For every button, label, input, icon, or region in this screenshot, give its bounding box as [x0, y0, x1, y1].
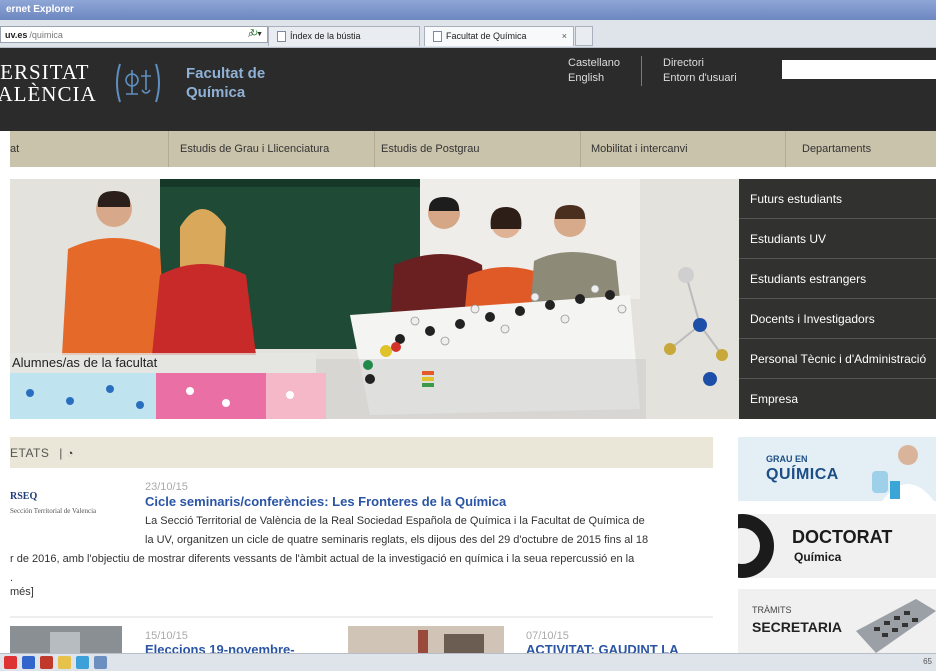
- banner-small-text: GRAU EN: [766, 454, 808, 464]
- news-body-continued: r de 2016, amb l'objectiu de mostrar dif…: [10, 550, 720, 588]
- nav-item-facultat[interactable]: at: [10, 131, 168, 167]
- page-icon: [433, 31, 442, 42]
- audience-item-futurs[interactable]: Futurs estudiants: [739, 179, 936, 219]
- header-divider: [641, 56, 642, 86]
- news-body: La Secció Territorial de València de la …: [145, 512, 725, 550]
- app-icon[interactable]: [22, 656, 35, 669]
- browser-toolbar: uv.es/quimica ⌕ ▼ ↻ Índex de la bústia F…: [0, 20, 936, 48]
- folder-icon[interactable]: [58, 656, 71, 669]
- audience-item-docents[interactable]: Docents i Investigadors: [739, 299, 936, 339]
- news-date: 23/10/15: [145, 481, 188, 493]
- audience-item-empresa[interactable]: Empresa: [739, 379, 936, 419]
- news-title-link[interactable]: Cicle seminaris/conferències: Les Fronte…: [145, 494, 506, 509]
- nav-label: Estudis de Postgrau: [381, 143, 480, 155]
- banner-small-text: TRÀMITS: [752, 605, 792, 615]
- browser-icon[interactable]: [76, 656, 89, 669]
- faculty-line-1: Facultat de: [186, 65, 266, 82]
- news-thumbnail[interactable]: [348, 626, 504, 656]
- nav-item-departaments[interactable]: Departaments: [785, 131, 936, 167]
- language-links: Castellano English: [568, 56, 620, 86]
- close-icon[interactable]: ×: [562, 31, 567, 46]
- university-logo[interactable]: VERSITAT VALÈNCIA: [0, 61, 112, 105]
- doctorat-banner[interactable]: DOCTORAT Química: [738, 514, 936, 578]
- directory-link[interactable]: Directori: [663, 56, 737, 71]
- news-header: ETATS | ◔: [10, 437, 713, 468]
- banner-small-text: Química: [794, 550, 842, 564]
- nav-label: Estudis de Grau i Llicenciatura: [180, 143, 330, 155]
- nav-label: Mobilitat i intercanvi: [591, 143, 688, 155]
- new-tab-button[interactable]: [575, 26, 593, 46]
- main-nav: at Estudis de Grau i Llicenciatura Estud…: [10, 131, 936, 167]
- taskbar-clock: 65: [923, 657, 932, 666]
- rseq-subtitle: Sección Territorial de Valencia: [10, 507, 97, 515]
- browser-title: ernet Explorer: [6, 4, 74, 15]
- grau-quimica-banner[interactable]: GRAU EN QUÍMICA: [738, 437, 936, 501]
- news-thumbnail[interactable]: [10, 626, 122, 656]
- directory-links: Directori Entorn d'usuari: [663, 56, 737, 86]
- audience-item-estudiants-uv[interactable]: Estudiants UV: [739, 219, 936, 259]
- audience-menu: Futurs estudiants Estudiants UV Estudian…: [739, 179, 936, 419]
- refresh-icon[interactable]: ↻: [250, 28, 258, 39]
- lang-english-link[interactable]: English: [568, 71, 620, 86]
- tab-label: Índex de la bústia: [290, 31, 361, 41]
- address-path: /quimica: [29, 29, 63, 40]
- site-header: VERSITAT VALÈNCIA Facultat de Química Ca…: [0, 48, 936, 131]
- ring-graphic: [738, 514, 774, 578]
- hero-caption: Alumnes/as de la facultat: [10, 353, 316, 373]
- app-icon[interactable]: [40, 656, 53, 669]
- nav-item-grau[interactable]: Estudis de Grau i Llicenciatura: [168, 131, 374, 167]
- news-body-line: r de 2016, amb l'objectiu de mostrar dif…: [10, 553, 635, 565]
- keyboard-photo: [856, 599, 936, 653]
- tab-mailbox[interactable]: Índex de la bústia: [268, 26, 420, 46]
- news-header-title[interactable]: ETATS: [10, 446, 49, 460]
- lang-castellano-link[interactable]: Castellano: [568, 56, 620, 71]
- scientist-photo: [872, 445, 934, 501]
- audience-item-estrangers[interactable]: Estudiants estrangers: [739, 259, 936, 299]
- news-header-separator: |: [59, 446, 63, 460]
- nav-label: at: [10, 143, 20, 155]
- news-body-line: la UV, organitzen un cicle de quatre sem…: [145, 534, 649, 546]
- faculty-name[interactable]: Facultat de Química: [186, 64, 265, 102]
- faculty-line-2: Química: [186, 84, 246, 101]
- uv-emblem-icon: [116, 63, 160, 103]
- banner-big-text: QUÍMICA: [766, 466, 839, 483]
- nav-label: Departaments: [802, 143, 872, 155]
- banner-big-text: DOCTORAT: [792, 527, 893, 547]
- page-icon: [277, 31, 286, 42]
- rseq-logo: RSEQ Sección Territorial de Valencia: [10, 490, 96, 518]
- tab-facultat[interactable]: Facultat de Química ×: [424, 26, 574, 46]
- nav-item-mobilitat[interactable]: Mobilitat i intercanvi: [580, 131, 785, 167]
- news-date: 15/10/15: [145, 630, 188, 642]
- browser-title-bar: ernet Explorer: [0, 0, 936, 20]
- taskbar: 65: [0, 653, 936, 671]
- news-body-line: La Secció Territorial de València de la …: [145, 515, 645, 527]
- site-search-input[interactable]: [782, 60, 936, 79]
- user-area-link[interactable]: Entorn d'usuari: [663, 71, 737, 86]
- address-host: uv.es: [5, 29, 28, 40]
- app-icon[interactable]: [94, 656, 107, 669]
- logo-line-1: VERSITAT: [0, 61, 90, 84]
- secretaria-banner[interactable]: TRÀMITS SECRETARIA: [738, 589, 936, 653]
- logo-line-2: VALÈNCIA: [0, 82, 97, 105]
- address-bar[interactable]: uv.es/quimica ⌕ ▼: [0, 26, 268, 43]
- audience-item-pas[interactable]: Personal Tècnic i d'Administració: [739, 339, 936, 379]
- banner-big-text: SECRETARIA: [752, 619, 842, 635]
- nav-item-postgrau[interactable]: Estudis de Postgrau: [374, 131, 580, 167]
- rss-icon[interactable]: ◔: [67, 448, 74, 460]
- news-body-line: .: [10, 572, 14, 584]
- news-divider: [10, 616, 713, 618]
- news-date: 07/10/15: [526, 630, 569, 642]
- tab-label: Facultat de Química: [446, 31, 527, 41]
- rseq-title: RSEQ: [10, 491, 38, 502]
- app-icon[interactable]: [4, 656, 17, 669]
- read-more-link[interactable]: més]: [10, 586, 34, 598]
